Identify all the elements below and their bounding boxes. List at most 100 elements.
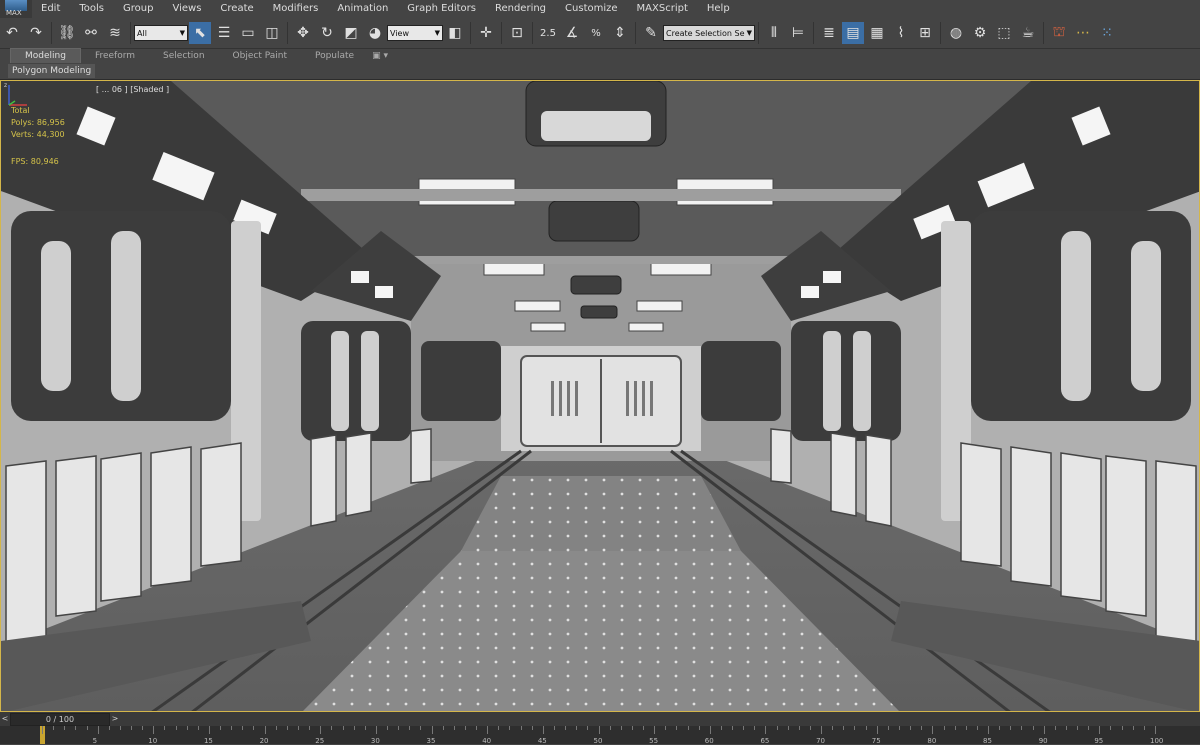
angle-snap-icon[interactable]: ∡ <box>561 22 583 44</box>
timeline-tick <box>320 726 322 734</box>
timeline-tick <box>364 726 366 730</box>
named-selection-dropdown[interactable]: Create Selection Se ▼ <box>663 25 755 41</box>
floor-grate-far-dots <box>461 476 741 551</box>
timeline-tick <box>965 726 967 730</box>
timeline-tick <box>1010 726 1012 730</box>
snaps-toggle-icon[interactable]: 2.5 <box>537 22 559 44</box>
toolbar-divider <box>758 22 759 44</box>
menu-animation[interactable]: Animation <box>328 0 398 18</box>
link-icon[interactable]: ⛓ <box>56 22 78 44</box>
scale-icon[interactable]: ◩ <box>340 22 362 44</box>
menu-tools[interactable]: Tools <box>70 0 114 18</box>
timeline-tick <box>531 726 533 730</box>
time-slider: < 0 / 100 > <box>0 712 1200 726</box>
rectangular-selection-icon[interactable]: ▭ <box>237 22 259 44</box>
timeline-tick <box>498 726 500 730</box>
menu-modifiers[interactable]: Modifiers <box>264 0 329 18</box>
menu-graph-editors[interactable]: Graph Editors <box>398 0 486 18</box>
polygon-modeling-panel[interactable]: Polygon Modeling <box>8 64 96 78</box>
time-prev-button[interactable]: < <box>0 713 10 725</box>
rotate-icon[interactable]: ↻ <box>316 22 338 44</box>
place-icon[interactable]: ◕ <box>364 22 386 44</box>
keyboard-shortcut-override-icon[interactable]: ⊡ <box>506 22 528 44</box>
material-editor-icon[interactable]: ◍ <box>945 22 967 44</box>
time-slider-track[interactable] <box>120 713 1200 725</box>
reference-coordinate-dropdown[interactable]: View ▼ <box>387 25 443 41</box>
render-production-icon[interactable]: ☕ <box>1017 22 1039 44</box>
time-next-button[interactable]: > <box>110 713 120 725</box>
window-crossing-icon[interactable]: ◫ <box>261 22 283 44</box>
stats-label: Polys: <box>11 118 35 127</box>
select-manipulate-icon[interactable]: ✛ <box>475 22 497 44</box>
frame-indicator[interactable]: 0 / 100 <box>10 712 110 726</box>
app-logo-text: MAX <box>6 9 22 17</box>
toolbar-divider <box>51 22 52 44</box>
menu-maxscript[interactable]: MAXScript <box>628 0 698 18</box>
move-icon[interactable]: ✥ <box>292 22 314 44</box>
pivot-center-icon[interactable]: ◧ <box>444 22 466 44</box>
menu-customize[interactable]: Customize <box>556 0 628 18</box>
unlink-icon[interactable]: ⚯ <box>80 22 102 44</box>
menu-edit[interactable]: Edit <box>32 0 70 18</box>
menu-group[interactable]: Group <box>114 0 163 18</box>
ribbon-options-icon[interactable]: ▣ ▾ <box>368 49 392 63</box>
spinner-snap-icon[interactable]: ⇕ <box>609 22 631 44</box>
menu-create[interactable]: Create <box>211 0 263 18</box>
track-bar[interactable]: 5 10 15 20 25 30 35 40 45 50 55 60 65 70 75 80 85 90 95 100 <box>0 726 1200 745</box>
scene-explorer-icon[interactable]: ≣ <box>818 22 840 44</box>
bind-space-warp-icon[interactable]: ≋ <box>104 22 126 44</box>
timeline-tick <box>1110 726 1112 730</box>
perspective-viewport[interactable]: [ ... 06 ] [Shaded ] Total Polys: 86,956… <box>0 80 1200 712</box>
character-tools-icon[interactable]: ⛫ <box>1048 22 1070 44</box>
viewport-label[interactable]: [ ... 06 ] [Shaded ] <box>96 85 169 94</box>
timeline-tick <box>1043 726 1045 734</box>
timeline-tick <box>743 726 745 730</box>
timeline-tick <box>275 726 277 730</box>
graphite-toggle-icon[interactable]: ▦ <box>866 22 888 44</box>
select-object-icon[interactable]: ⬉ <box>189 22 211 44</box>
timeline-tick <box>798 726 800 730</box>
container-icon[interactable]: ⁙ <box>1096 22 1118 44</box>
fps-readout: FPS: 80,946 <box>11 157 59 166</box>
timeline-tick <box>520 726 522 730</box>
duct-highlight <box>541 111 651 141</box>
timeline-tick <box>565 726 567 730</box>
tab-populate[interactable]: Populate <box>301 49 368 63</box>
select-by-name-icon[interactable]: ☰ <box>213 22 235 44</box>
timeline-tick <box>75 726 77 730</box>
edit-named-selection-icon[interactable]: ✎ <box>640 22 662 44</box>
redo-icon[interactable]: ↷ <box>25 22 47 44</box>
timeline-tick <box>442 726 444 730</box>
timeline-tick <box>53 726 55 730</box>
percent-snap-icon[interactable]: % <box>585 22 607 44</box>
timeline-tick <box>253 726 255 730</box>
menu-help[interactable]: Help <box>698 0 740 18</box>
timeline-tick <box>331 726 333 730</box>
render-setup-icon[interactable]: ⚙ <box>969 22 991 44</box>
tab-selection[interactable]: Selection <box>149 49 218 63</box>
align-icon[interactable]: ⊨ <box>787 22 809 44</box>
tab-modeling[interactable]: Modeling <box>10 48 81 64</box>
curve-editor-icon[interactable]: ⌇ <box>890 22 912 44</box>
tab-freeform[interactable]: Freeform <box>81 49 149 63</box>
timeline-tick <box>910 726 912 730</box>
timeline-tick <box>988 726 990 734</box>
app-logo[interactable]: MAX <box>0 0 32 18</box>
schematic-view-icon[interactable]: ⊞ <box>914 22 936 44</box>
menu-views[interactable]: Views <box>163 0 211 18</box>
timeline-tick <box>119 726 121 730</box>
undo-icon[interactable]: ↶ <box>1 22 23 44</box>
snap-settings-icon[interactable]: ⋯ <box>1072 22 1094 44</box>
timeline-tick <box>932 726 934 734</box>
timeline-tick <box>1032 726 1034 730</box>
timeline-tick <box>999 726 1001 730</box>
selection-filter-dropdown[interactable]: All ▼ <box>134 25 188 41</box>
tab-object-paint[interactable]: Object Paint <box>219 49 301 63</box>
timeline-tick <box>476 726 478 730</box>
timeline-tick <box>832 726 834 730</box>
layer-explorer-icon[interactable]: ▤ <box>842 22 864 44</box>
rendered-frame-window-icon[interactable]: ⬚ <box>993 22 1015 44</box>
mirror-icon[interactable]: ⫴ <box>763 22 785 44</box>
timeline-tick <box>64 726 66 730</box>
menu-rendering[interactable]: Rendering <box>486 0 556 18</box>
